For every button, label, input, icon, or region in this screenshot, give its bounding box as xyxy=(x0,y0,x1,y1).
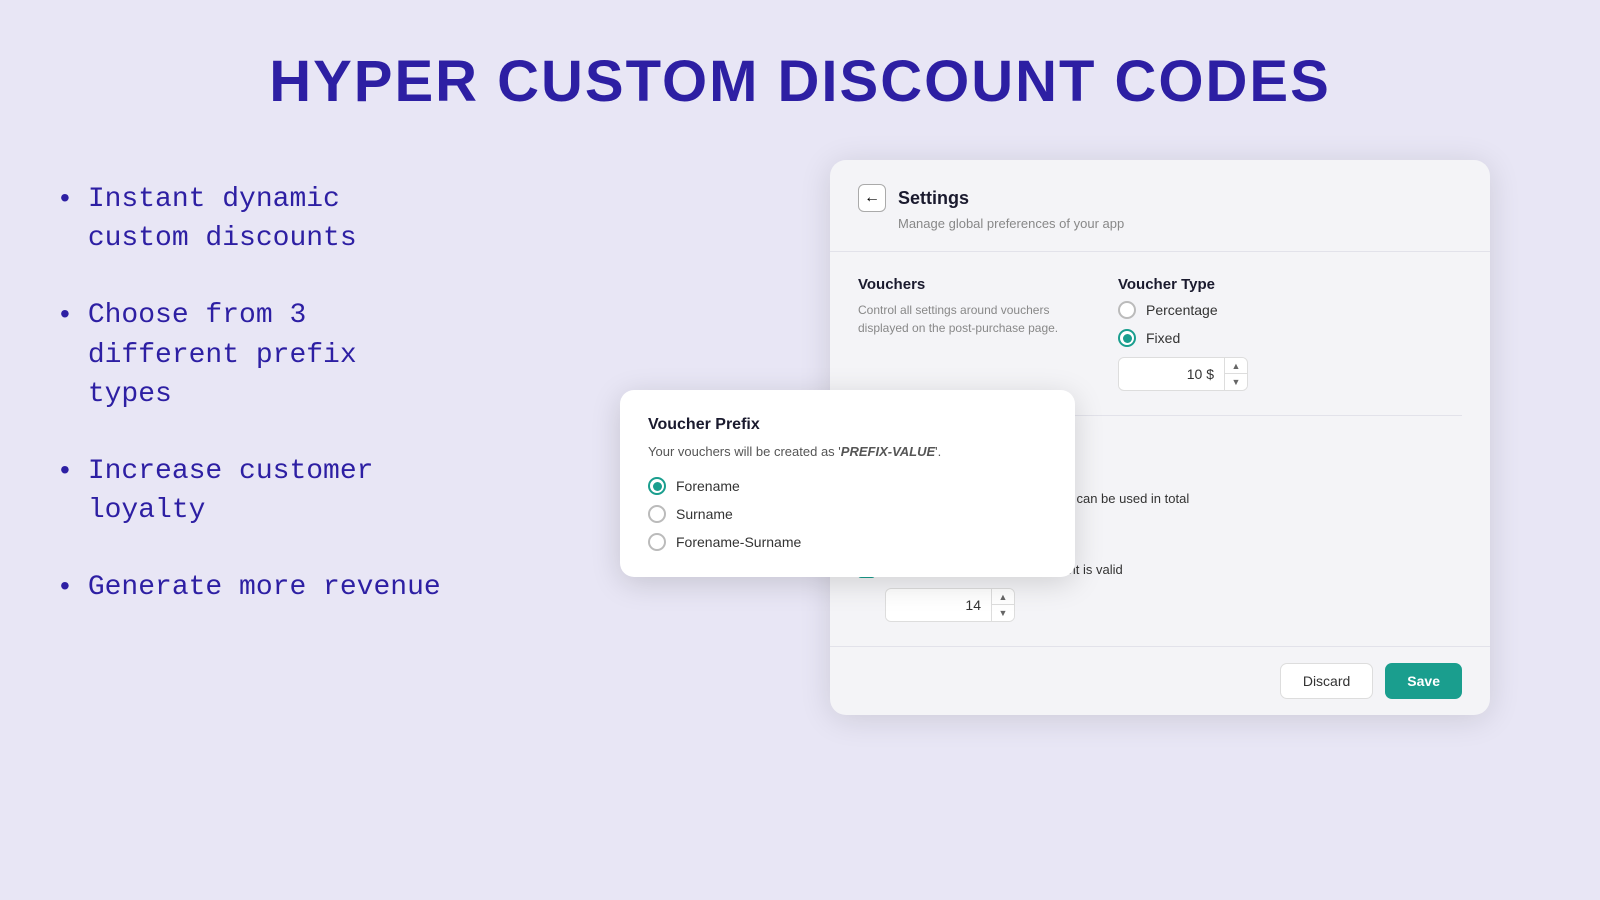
prefix-desc-before: Your vouchers will be created as ' xyxy=(648,444,841,459)
bullet-dot-3: • xyxy=(60,454,70,486)
radio-label-surname: Surname xyxy=(676,506,733,522)
voucher-type-title: Voucher Type xyxy=(1118,276,1462,293)
bullet-text-2: Choose from 3different prefixtypes xyxy=(88,296,357,414)
radio-circle-forename-surname xyxy=(648,533,666,551)
bullet-item-1: • Instant dynamiccustom discounts xyxy=(60,180,580,258)
bullet-dot-2: • xyxy=(60,298,70,330)
bullet-dot-4: • xyxy=(60,570,70,602)
radio-surname[interactable]: Surname xyxy=(648,505,1047,523)
radio-label-forename-surname: Forename-Surname xyxy=(676,534,801,550)
bullet-item-4: • Generate more revenue xyxy=(60,568,580,607)
voucher-value-display[interactable]: 10 $ xyxy=(1119,360,1224,388)
voucher-value-up[interactable]: ▲ xyxy=(1225,358,1247,374)
voucher-value-down[interactable]: ▼ xyxy=(1225,374,1247,390)
vouchers-section: Vouchers Control all settings around vou… xyxy=(858,276,1078,391)
limit-days-value[interactable]: 14 xyxy=(886,591,991,619)
page-title: HYPER CUSTOM DISCOUNT CODES xyxy=(0,0,1600,145)
limit-days-input-row: 14 ▲ ▼ xyxy=(885,588,1015,622)
voucher-value-input-row: 10 $ ▲ ▼ xyxy=(1118,357,1248,391)
bullet-text-4: Generate more revenue xyxy=(88,568,441,607)
bullet-item-2: • Choose from 3different prefixtypes xyxy=(60,296,580,414)
voucher-prefix-card: Voucher Prefix Your vouchers will be cre… xyxy=(620,390,1075,577)
prefix-desc-italic: PREFIX-VALUE xyxy=(841,444,935,459)
voucher-value-stepper: ▲ ▼ xyxy=(1224,358,1247,390)
prefix-description: Your vouchers will be created as 'PREFIX… xyxy=(648,444,1047,459)
radio-circle-surname xyxy=(648,505,666,523)
bullet-text-3: Increase customerloyalty xyxy=(88,452,374,530)
prefix-desc-after: '. xyxy=(935,444,941,459)
bullet-text-1: Instant dynamiccustom discounts xyxy=(88,180,357,258)
radio-fixed[interactable]: Fixed xyxy=(1118,329,1462,347)
radio-label-fixed: Fixed xyxy=(1146,330,1180,346)
radio-circle-percentage xyxy=(1118,301,1136,319)
limit-days-down[interactable]: ▼ xyxy=(992,605,1014,621)
prefix-radio-group: Forename Surname Forename-Surname xyxy=(648,477,1047,551)
voucher-type-section: Voucher Type Percentage Fixed 10 $ ▲ ▼ xyxy=(1118,276,1462,391)
radio-forename[interactable]: Forename xyxy=(648,477,1047,495)
radio-forename-surname[interactable]: Forename-Surname xyxy=(648,533,1047,551)
radio-label-forename: Forename xyxy=(676,478,740,494)
limit-days-stepper: ▲ ▼ xyxy=(991,589,1014,621)
settings-header: ← Settings Manage global preferences of … xyxy=(830,160,1490,252)
back-icon: ← xyxy=(864,189,880,207)
radio-percentage[interactable]: Percentage xyxy=(1118,301,1462,319)
settings-subtitle: Manage global preferences of your app xyxy=(898,216,1462,231)
prefix-title: Voucher Prefix xyxy=(648,416,1047,434)
vouchers-section-title: Vouchers xyxy=(858,276,1078,293)
settings-title: Settings xyxy=(898,188,969,209)
voucher-type-radio-group: Percentage Fixed xyxy=(1118,301,1462,347)
vouchers-section-desc: Control all settings around vouchers dis… xyxy=(858,301,1078,337)
discard-button[interactable]: Discard xyxy=(1280,663,1373,699)
radio-label-percentage: Percentage xyxy=(1146,302,1218,318)
bullet-item-3: • Increase customerloyalty xyxy=(60,452,580,530)
back-button[interactable]: ← xyxy=(858,184,886,212)
radio-circle-forename xyxy=(648,477,666,495)
footer-buttons: Discard Save xyxy=(830,646,1490,715)
limit-days-up[interactable]: ▲ xyxy=(992,589,1014,605)
left-panel: • Instant dynamiccustom discounts • Choo… xyxy=(60,180,580,646)
bullet-dot-1: • xyxy=(60,182,70,214)
save-button[interactable]: Save xyxy=(1385,663,1462,699)
radio-circle-fixed xyxy=(1118,329,1136,347)
